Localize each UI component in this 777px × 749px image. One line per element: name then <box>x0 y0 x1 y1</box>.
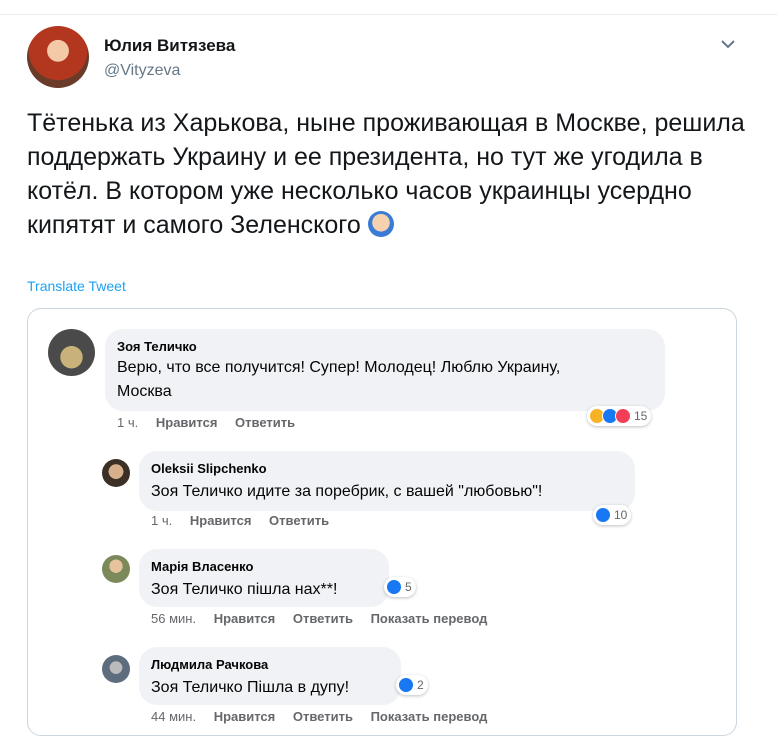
avatar[interactable] <box>102 555 130 583</box>
reaction-summary[interactable]: 5 <box>384 577 416 597</box>
facepalm-emoji-icon <box>367 211 394 237</box>
comment-actions: 1 ч. Нравится Ответить <box>151 513 343 528</box>
reply-button[interactable]: Ответить <box>269 513 329 528</box>
like-button[interactable]: Нравится <box>156 415 218 430</box>
love-react-icon <box>615 408 631 424</box>
comment-time[interactable]: 1 ч. <box>151 513 172 528</box>
comment-author[interactable]: Зоя Теличко <box>117 339 197 354</box>
avatar[interactable] <box>48 329 95 376</box>
comment-author[interactable]: Oleksii Slipchenko <box>151 461 267 476</box>
reply-button[interactable]: Ответить <box>293 709 353 724</box>
comment-text: Верю, что все получится! Супер! Молодец!… <box>117 359 561 376</box>
author-name[interactable]: Юлия Витязева <box>104 36 235 56</box>
author-avatar[interactable] <box>27 26 89 88</box>
comment-actions: 1 ч. Нравится Ответить <box>117 415 309 430</box>
embedded-screenshot-card[interactable]: Зоя Теличко Верю, что все получится! Суп… <box>27 308 737 736</box>
comment-time[interactable]: 1 ч. <box>117 415 138 430</box>
like-react-icon <box>386 579 402 595</box>
reaction-summary[interactable]: 15 <box>587 406 652 426</box>
comment-time[interactable]: 44 мин. <box>151 709 196 724</box>
reaction-summary[interactable]: 10 <box>593 505 632 525</box>
like-button[interactable]: Нравится <box>190 513 252 528</box>
like-button[interactable]: Нравится <box>214 611 276 626</box>
comment-text: Зоя Теличко идите за поребрик, с вашей "… <box>151 483 543 500</box>
comment-actions: 44 мин. Нравится Ответить Показать перев… <box>151 709 501 724</box>
avatar[interactable] <box>102 459 130 487</box>
show-translation-link[interactable]: Показать перевод <box>371 611 488 626</box>
author-handle[interactable]: @Vityzeva <box>104 62 180 80</box>
tweet-text: Тётенька из Харькова, ныне проживающая в… <box>27 106 752 242</box>
reaction-count: 5 <box>405 580 412 594</box>
reaction-count: 2 <box>417 678 424 692</box>
reaction-count: 10 <box>614 508 628 522</box>
comment-text: Зоя Теличко пішла нах**! <box>151 581 338 598</box>
reaction-summary[interactable]: 2 <box>396 675 428 695</box>
reply-button[interactable]: Ответить <box>293 611 353 626</box>
show-translation-link[interactable]: Показать перевод <box>371 709 488 724</box>
comment-author[interactable]: Марія Власенко <box>151 559 253 574</box>
like-react-icon <box>595 507 611 523</box>
top-divider <box>0 14 777 15</box>
comment-text: Зоя Теличко Пішла в дупу! <box>151 679 350 696</box>
avatar[interactable] <box>102 655 130 683</box>
comment-author[interactable]: Людмила Рачкова <box>151 657 268 672</box>
like-react-icon <box>398 677 414 693</box>
comment-time[interactable]: 56 мин. <box>151 611 196 626</box>
chevron-down-icon[interactable] <box>718 34 738 54</box>
like-button[interactable]: Нравится <box>214 709 276 724</box>
reply-button[interactable]: Ответить <box>235 415 295 430</box>
comment-text-line2: Москва <box>117 383 172 400</box>
reaction-count: 15 <box>634 409 648 423</box>
translate-tweet-link[interactable]: Translate Tweet <box>27 278 126 294</box>
comment-actions: 56 мин. Нравится Ответить Показать перев… <box>151 611 501 626</box>
